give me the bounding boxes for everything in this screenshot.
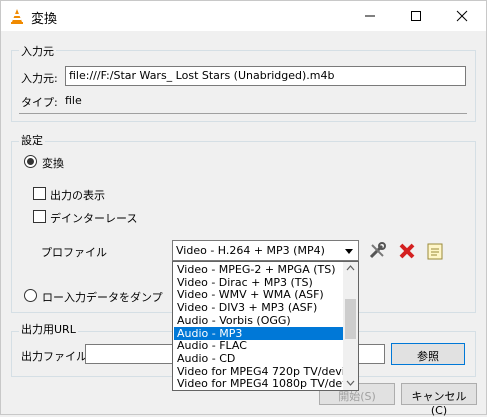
source-group-label: 入力元 [19,43,56,59]
dropdown-option[interactable]: Video - DIV3 + MP3 (ASF) [174,301,344,314]
profile-label: プロファイル [41,246,107,259]
close-icon [456,10,468,22]
scrollbar-thumb[interactable] [345,299,356,339]
deinterlace-label: デインターレース [50,212,138,225]
source-input-label: 入力元: [21,72,58,85]
type-value: file [65,94,82,107]
delete-profile-button[interactable] [397,241,417,261]
title-bar: 変換 [1,1,486,31]
chevron-down-icon [345,249,353,254]
scroll-down-icon[interactable] [346,380,355,386]
show-output-checkbox[interactable] [33,187,46,200]
source-group [11,50,476,122]
dropdown-option[interactable]: Audio - MP3 [174,326,344,340]
source-separator [19,113,467,114]
convert-dialog: 変換 入力元 入力元: file:///F:/Star Wars_ Lost S… [0,0,487,417]
convert-label: 変換 [42,157,64,170]
dropdown-option[interactable]: Audio - CD [174,352,344,365]
dropdown-option[interactable]: Video - MPEG-2 + MPGA (TS) [174,263,344,276]
new-document-icon [427,243,443,260]
browse-button[interactable]: 参照 [391,343,465,365]
dropdown-option[interactable]: Video - WMV + WMA (ASF) [174,288,344,301]
cancel-button-label: キャンセル (C) [411,390,467,417]
dropdown-option[interactable]: Audio - Vorbis (OGG) [174,314,344,327]
dropdown-option[interactable]: Video for MPEG4 1080p TV/device [174,377,358,390]
edit-profile-button[interactable] [367,241,387,261]
profile-selected-value: Video - H.264 + MP3 (MP4) [176,244,325,257]
maximize-button[interactable] [393,1,439,31]
convert-radio[interactable] [24,155,37,168]
minimize-button[interactable] [347,1,393,31]
scroll-up-icon[interactable] [346,265,355,271]
source-input-field[interactable]: file:///F:/Star Wars_ Lost Stars (Unabri… [65,66,466,86]
output-file-label: 出力ファイル: [21,350,91,363]
profile-select[interactable]: Video - H.264 + MP3 (MP4) [172,240,359,261]
new-profile-button[interactable] [425,241,445,261]
deinterlace-checkbox[interactable] [33,210,46,223]
dump-raw-label: ロー入力データをダンプ [42,291,163,304]
dropdown-option[interactable]: Audio - FLAC [174,339,344,352]
window-title: 変換 [31,12,58,27]
close-button[interactable] [439,1,485,31]
vlc-cone-icon [11,9,23,24]
dropdown-option[interactable]: Video - Dirac + MP3 (TS) [174,276,344,289]
profile-dropdown-list[interactable]: Video - MPEG-2 + MPGA (TS) Video - Dirac … [172,261,359,391]
browse-button-label: 参照 [417,350,439,363]
minimize-icon [365,15,375,17]
type-label: タイプ: [21,96,58,109]
wrench-screwdriver-icon [369,242,386,259]
delete-x-icon [399,243,415,259]
show-output-label: 出力の表示 [50,189,105,202]
settings-group-label: 設定 [19,132,45,148]
dropdown-option[interactable]: Video for MPEG4 720p TV/device [174,365,358,378]
dropdown-scrollbar[interactable] [343,262,358,390]
start-button-label: 開始(S) [338,390,376,403]
dump-raw-radio[interactable] [24,289,37,302]
maximize-icon [411,11,421,21]
output-group-label: 出力用URL [19,321,78,337]
cancel-button[interactable]: キャンセル (C) [401,383,477,417]
